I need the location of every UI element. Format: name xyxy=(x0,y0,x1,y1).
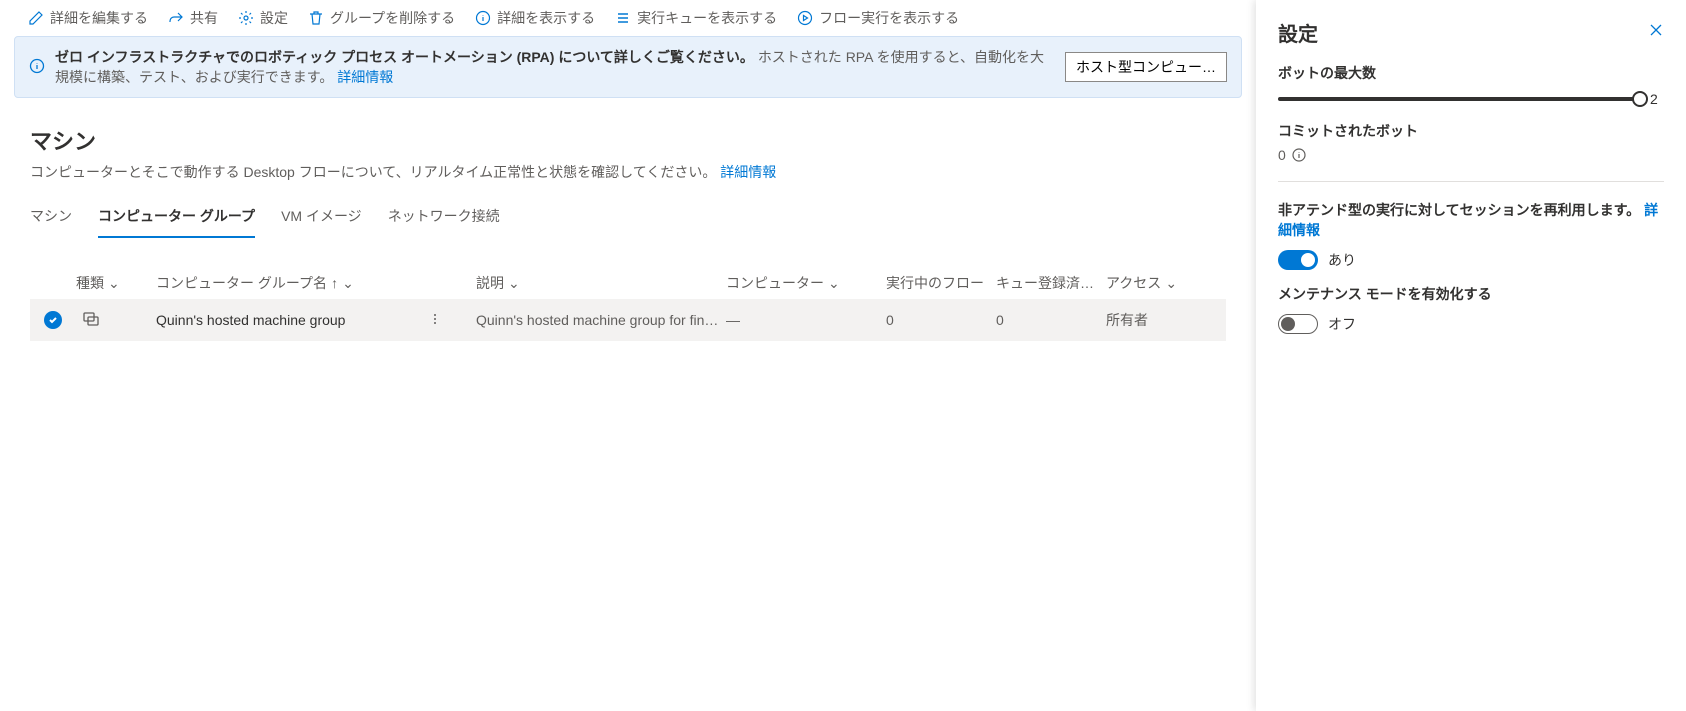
reuse-sessions-toggle[interactable] xyxy=(1278,250,1318,270)
show-queue-label: 実行キューを表示する xyxy=(637,8,777,28)
maintenance-mode-toggle[interactable] xyxy=(1278,314,1318,334)
trash-icon xyxy=(308,10,324,26)
share-button[interactable]: 共有 xyxy=(160,4,226,32)
close-panel-button[interactable] xyxy=(1648,22,1664,43)
machine-group-icon xyxy=(70,310,150,331)
flow-run-icon xyxy=(797,10,813,26)
col-running-flows[interactable]: 実行中のフロー xyxy=(880,273,990,293)
list-icon xyxy=(615,10,631,26)
row-name: Quinn's hosted machine group xyxy=(156,312,345,328)
settings-label: 設定 xyxy=(260,8,288,28)
tab-machines[interactable]: マシン xyxy=(30,200,72,238)
reuse-sessions-toggle-label: あり xyxy=(1328,250,1356,270)
row-access: 所有者 xyxy=(1100,310,1210,330)
chevron-down-icon: ⌄ xyxy=(828,275,840,292)
row-running-flows: 0 xyxy=(880,312,990,328)
info-icon[interactable] xyxy=(1292,148,1306,162)
page-title: マシン xyxy=(30,124,1226,156)
tab-computer-groups[interactable]: コンピューター グループ xyxy=(98,200,255,238)
gear-icon xyxy=(238,10,254,26)
page-subtitle-link[interactable]: 詳細情報 xyxy=(720,164,776,180)
col-name[interactable]: コンピューター グループ名 ↑ ⌄ xyxy=(150,273,470,293)
col-access-label: アクセス xyxy=(1106,273,1161,293)
row-queued: 0 xyxy=(990,312,1100,328)
banner-text: ゼロ インフラストラクチャでのロボティック プロセス オートメーション (RPA… xyxy=(55,47,1055,87)
col-type-label: 種類 xyxy=(76,273,104,293)
chevron-down-icon: ⌄ xyxy=(508,275,520,292)
tab-vm-images[interactable]: VM イメージ xyxy=(281,200,362,238)
tab-bar: マシン コンピューター グループ VM イメージ ネットワーク接続 xyxy=(30,200,1226,239)
maintenance-mode-section: メンテナンス モードを有効化する オフ xyxy=(1278,284,1664,334)
edit-icon xyxy=(28,10,44,26)
col-description-label: 説明 xyxy=(476,273,504,293)
tab-network-connections[interactable]: ネットワーク接続 xyxy=(388,200,500,238)
col-queued-label: キュー登録済… xyxy=(996,273,1094,293)
reuse-sessions-label-text: 非アテンド型の実行に対してセッションを再利用します。 xyxy=(1278,202,1640,218)
show-details-label: 詳細を表示する xyxy=(497,8,595,28)
share-label: 共有 xyxy=(190,8,218,28)
groups-table: 種類 ⌄ コンピューター グループ名 ↑ ⌄ 説明 ⌄ コンピューター ⌄ 実行… xyxy=(30,267,1226,341)
chevron-down-icon: ⌄ xyxy=(342,275,354,292)
table-row[interactable]: Quinn's hosted machine group Quinn's hos… xyxy=(30,299,1226,341)
banner-bold-text: ゼロ インフラストラクチャでのロボティック プロセス オートメーション (RPA… xyxy=(55,49,754,65)
committed-bots-label: コミットされたボット xyxy=(1278,121,1664,141)
maintenance-mode-toggle-label: オフ xyxy=(1328,314,1356,334)
col-computers-label: コンピューター xyxy=(726,273,824,293)
col-description[interactable]: 説明 ⌄ xyxy=(470,273,720,293)
page-header: マシン コンピューターとそこで動作する Desktop フローについて、リアルタ… xyxy=(30,124,1226,182)
row-computers: — xyxy=(720,312,880,328)
edit-details-button[interactable]: 詳細を編集する xyxy=(20,4,156,32)
committed-bots-value: 0 xyxy=(1278,147,1286,163)
col-type[interactable]: 種類 ⌄ xyxy=(70,273,150,293)
settings-button[interactable]: 設定 xyxy=(230,4,296,32)
info-icon xyxy=(29,58,45,77)
edit-details-label: 詳細を編集する xyxy=(50,8,148,28)
reuse-sessions-section: 非アテンド型の実行に対してセッションを再利用します。 詳細情報 あり xyxy=(1278,200,1664,270)
show-flow-runs-button[interactable]: フロー実行を表示する xyxy=(789,4,967,32)
delete-group-label: グループを削除する xyxy=(330,8,455,28)
page-subtitle: コンピューターとそこで動作する Desktop フローについて、リアルタイム正常… xyxy=(30,162,1226,182)
col-access[interactable]: アクセス ⌄ xyxy=(1100,273,1210,293)
slider-thumb[interactable] xyxy=(1632,91,1648,107)
info-icon xyxy=(475,10,491,26)
show-queue-button[interactable]: 実行キューを表示する xyxy=(607,4,785,32)
max-bots-value: 2 xyxy=(1650,91,1664,107)
panel-divider xyxy=(1278,181,1664,182)
info-banner: ゼロ インフラストラクチャでのロボティック プロセス オートメーション (RPA… xyxy=(14,36,1242,98)
hosted-computer-button[interactable]: ホスト型コンピュー… xyxy=(1065,52,1227,82)
page-subtitle-text: コンピューターとそこで動作する Desktop フローについて、リアルタイム正常… xyxy=(30,164,716,180)
row-description: Quinn's hosted machine group for financ… xyxy=(470,312,720,328)
chevron-down-icon: ⌄ xyxy=(108,275,120,292)
row-selected-checkbox[interactable] xyxy=(44,311,62,329)
panel-title: 設定 xyxy=(1278,18,1318,47)
col-computers[interactable]: コンピューター ⌄ xyxy=(720,273,880,293)
committed-bots-section: コミットされたボット 0 xyxy=(1278,121,1664,163)
max-bots-section: ボットの最大数 2 xyxy=(1278,63,1664,107)
reuse-sessions-label: 非アテンド型の実行に対してセッションを再利用します。 詳細情報 xyxy=(1278,200,1664,240)
chevron-down-icon: ⌄ xyxy=(1165,275,1177,292)
max-bots-slider[interactable] xyxy=(1278,97,1640,101)
delete-group-button[interactable]: グループを削除する xyxy=(300,4,463,32)
share-icon xyxy=(168,10,184,26)
row-more-actions-button[interactable] xyxy=(424,308,446,333)
table-header-row: 種類 ⌄ コンピューター グループ名 ↑ ⌄ 説明 ⌄ コンピューター ⌄ 実行… xyxy=(30,267,1226,299)
sort-ascending-icon: ↑ xyxy=(331,275,338,291)
command-bar: 詳細を編集する 共有 設定 グループを削除する 詳細を表示する xyxy=(0,0,1256,36)
settings-panel: 設定 ボットの最大数 2 コミットされたボット 0 非アテンド型の実行に対してセ… xyxy=(1256,0,1686,711)
show-details-button[interactable]: 詳細を表示する xyxy=(467,4,603,32)
max-bots-label: ボットの最大数 xyxy=(1278,63,1664,83)
col-name-label: コンピューター グループ名 xyxy=(156,273,327,293)
col-queued[interactable]: キュー登録済… xyxy=(990,273,1100,293)
maintenance-mode-label: メンテナンス モードを有効化する xyxy=(1278,284,1664,304)
banner-more-info-link[interactable]: 詳細情報 xyxy=(337,69,393,85)
show-flow-runs-label: フロー実行を表示する xyxy=(819,8,959,28)
col-running-flows-label: 実行中のフロー xyxy=(886,273,984,293)
